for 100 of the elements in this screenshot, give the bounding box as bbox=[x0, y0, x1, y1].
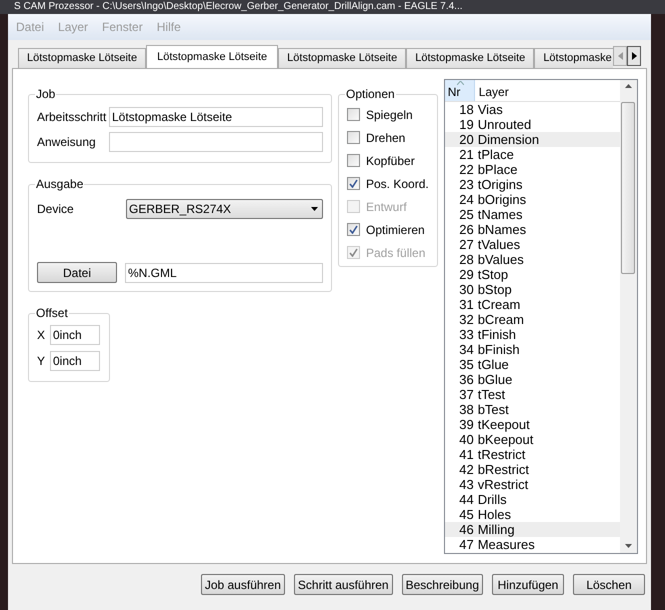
layer-name: Holes bbox=[478, 507, 511, 522]
check-icon bbox=[349, 225, 358, 234]
action-button[interactable]: Job ausführen bbox=[200, 574, 285, 595]
checkbox[interactable] bbox=[347, 131, 360, 144]
checkbox-label: Kopfüber bbox=[366, 152, 415, 170]
layer-number: 26 bbox=[458, 222, 475, 237]
layer-number: 40 bbox=[458, 432, 475, 447]
checkbox[interactable] bbox=[347, 154, 360, 167]
layer-number: 20 bbox=[458, 132, 475, 147]
checkbox[interactable] bbox=[347, 223, 360, 236]
field-label: Y bbox=[37, 353, 46, 370]
checkbox-label: Pads füllen bbox=[366, 244, 426, 262]
layer-number: 34 bbox=[458, 342, 475, 357]
check-icon bbox=[349, 248, 358, 257]
action-button[interactable]: Hinzufügen bbox=[492, 574, 564, 595]
layer-name: bStop bbox=[478, 282, 512, 297]
layer-number: 37 bbox=[458, 387, 475, 402]
tab[interactable]: Lötstopmaske Lötseite bbox=[406, 48, 534, 68]
layer-number: 22 bbox=[458, 162, 475, 177]
field-label: X bbox=[37, 327, 46, 344]
action-button[interactable]: Beschreibung bbox=[402, 574, 483, 595]
checkbox-label: Drehen bbox=[366, 130, 406, 146]
layer-row[interactable]: 20 Dimension bbox=[444, 132, 620, 147]
layer-name: bRestrict bbox=[478, 462, 529, 477]
column-header[interactable]: Nr bbox=[444, 80, 475, 101]
scroll-down-icon bbox=[624, 544, 632, 548]
action-button[interactable]: Schritt ausführen bbox=[294, 574, 393, 595]
dropdown-arrow-icon bbox=[311, 207, 318, 211]
layer-name: bTest bbox=[478, 402, 509, 417]
checkbox[interactable] bbox=[347, 108, 360, 121]
layer-number: 31 bbox=[458, 297, 475, 312]
layer-number: 46 bbox=[458, 522, 475, 537]
layer-number: 43 bbox=[458, 477, 475, 492]
input-field[interactable]: 0inch bbox=[50, 325, 100, 345]
scroll-up-icon bbox=[624, 84, 632, 88]
layer-name: bCream bbox=[478, 312, 524, 327]
tab[interactable]: Lötstopmaske Lötseite bbox=[18, 48, 146, 68]
layer-number: 36 bbox=[458, 372, 475, 387]
layer-number: 38 bbox=[458, 402, 475, 417]
input-field[interactable]: %N.GML bbox=[125, 262, 323, 282]
layer-number: 28 bbox=[458, 252, 475, 267]
layer-name: bGlue bbox=[478, 372, 512, 387]
layer-name: tCream bbox=[478, 297, 520, 312]
checkbox-label: Optimieren bbox=[366, 222, 425, 238]
window-title: S CAM Prozessor - C:\Users\Ingo\Desktop\Elecrow_Gerber_Generator_DrillAlign.cam - EAGLE 7.4... bbox=[14, 1, 462, 13]
layer-number: 27 bbox=[458, 237, 475, 252]
layer-name: Dimension bbox=[478, 132, 540, 147]
layer-name: Unrouted bbox=[478, 117, 532, 132]
layer-name: bPlace bbox=[478, 162, 518, 177]
group-title: Ausgabe bbox=[35, 176, 84, 193]
tab[interactable]: Lötstopmaske bbox=[534, 48, 613, 68]
action-button[interactable]: Löschen bbox=[573, 574, 645, 595]
field-label: Anweisung bbox=[37, 134, 97, 151]
checkbox-label: Entwurf bbox=[366, 198, 407, 216]
tab[interactable]: Lötstopmaske Lötseite bbox=[278, 48, 406, 68]
checkbox-label: Spiegeln bbox=[366, 106, 413, 124]
layer-name: tTest bbox=[478, 387, 506, 402]
checkbox-label: Pos. Koord. bbox=[366, 176, 429, 192]
input-field[interactable]: Lötstopmaske Lötseite bbox=[109, 107, 323, 127]
input-field[interactable] bbox=[109, 132, 323, 152]
scrollbar[interactable] bbox=[620, 80, 637, 553]
layer-number: 42 bbox=[458, 462, 475, 477]
layer-number: 24 bbox=[458, 192, 475, 207]
layer-number: 39 bbox=[458, 417, 475, 432]
group-title: Job bbox=[35, 86, 56, 103]
layer-number: 21 bbox=[458, 147, 475, 162]
layer-name: tKeepout bbox=[478, 417, 530, 432]
layer-name: bFinish bbox=[478, 342, 520, 357]
layer-name: tValues bbox=[478, 237, 520, 252]
device-dropdown[interactable]: GERBER_RS274X bbox=[126, 199, 323, 219]
layer-name: bKeepout bbox=[478, 432, 534, 447]
layer-name: vRestrict bbox=[478, 477, 528, 492]
layer-number: 41 bbox=[458, 447, 475, 462]
field-label: Arbeitsschritt bbox=[37, 109, 108, 126]
layer-number: 44 bbox=[458, 492, 475, 507]
layer-name: Drills bbox=[478, 492, 507, 507]
column-header[interactable]: Layer bbox=[474, 80, 620, 101]
layer-number: 45 bbox=[458, 507, 475, 522]
file-button[interactable]: Datei bbox=[37, 262, 117, 283]
scroll-right-button[interactable] bbox=[627, 46, 641, 66]
layer-name: Measures bbox=[478, 537, 535, 552]
checkbox[interactable] bbox=[347, 177, 360, 190]
layer-name: tPlace bbox=[478, 147, 514, 162]
layer-number: 18 bbox=[458, 102, 475, 117]
group-title: Offset bbox=[35, 305, 69, 322]
scrollbar-thumb[interactable] bbox=[621, 102, 636, 274]
field-label: Device bbox=[37, 201, 75, 218]
layer-number: 23 bbox=[458, 177, 475, 192]
tab[interactable]: Lötstopmaske Lötseite bbox=[146, 45, 278, 68]
layer-name: tFinish bbox=[478, 327, 516, 342]
layer-name: bNames bbox=[478, 222, 526, 237]
layer-number: 35 bbox=[458, 357, 475, 372]
right-arrow-icon bbox=[632, 52, 636, 60]
layer-name: Milling bbox=[478, 522, 515, 537]
layer-number: 33 bbox=[458, 327, 475, 342]
layer-name: bOrigins bbox=[478, 192, 526, 207]
layer-name: tOrigins bbox=[478, 177, 522, 192]
check-icon bbox=[349, 179, 358, 188]
layer-row[interactable]: 46 Milling bbox=[444, 522, 620, 537]
input-field[interactable]: 0inch bbox=[50, 351, 100, 371]
